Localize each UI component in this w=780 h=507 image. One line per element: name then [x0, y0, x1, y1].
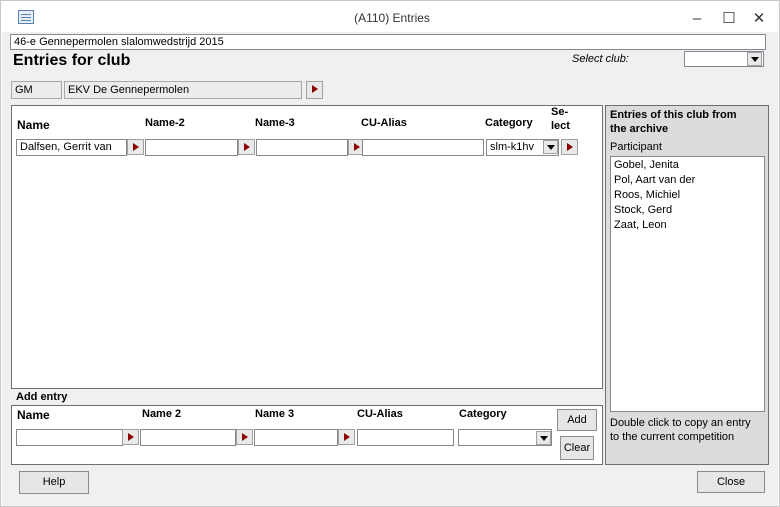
chevron-down-icon[interactable] — [747, 52, 762, 66]
competition-name-field[interactable]: 46-e Gennepermolen slalomwedstrijd 2015 — [10, 34, 766, 50]
list-item[interactable]: Roos, Michiel — [614, 188, 761, 203]
page-title: Entries for club — [13, 52, 131, 69]
maximize-button[interactable]: ☐ — [714, 8, 744, 30]
entries-window: (A110) Entries – ☐ ✕ 46-e Gennepermolen … — [0, 0, 780, 507]
add-name-field[interactable] — [16, 429, 123, 446]
column-header-select-line1: Se- — [551, 106, 569, 118]
table-row: Dalfsen, Gerrit van slm-k1hv — [16, 139, 596, 157]
add-entry-panel: Name Name 2 Name 3 CU-Alias Category Add… — [11, 405, 603, 465]
add-name2-field[interactable] — [140, 429, 236, 446]
add-column-header-category: Category — [459, 408, 507, 420]
column-header-cu-alias: CU-Alias — [361, 117, 407, 129]
minimize-button[interactable]: – — [682, 8, 712, 30]
row-cu-alias-field[interactable] — [362, 139, 484, 156]
archive-hint-line2: to the current competition — [610, 431, 735, 443]
row-name2-field[interactable] — [145, 139, 238, 156]
club-name-field[interactable]: EKV De Gennepermolen — [64, 81, 302, 99]
entries-panel: Name Name-2 Name-3 CU-Alias Category Se-… — [11, 105, 603, 389]
row-name-button[interactable] — [127, 139, 144, 155]
clear-button[interactable]: Clear — [560, 436, 594, 460]
column-header-category: Category — [485, 117, 533, 129]
participant-list[interactable]: Gobel, Jenita Pol, Aart van der Roos, Mi… — [610, 156, 765, 412]
column-header-name2: Name-2 — [145, 117, 185, 129]
add-column-header-name: Name — [17, 408, 50, 422]
list-item[interactable]: Zaat, Leon — [614, 218, 761, 233]
title-bar[interactable]: (A110) Entries – ☐ ✕ — [2, 2, 778, 32]
archive-title-line2: the archive — [610, 123, 669, 135]
add-name2-button[interactable] — [236, 429, 253, 445]
list-item[interactable]: Stock, Gerd — [614, 203, 761, 218]
add-button[interactable]: Add — [557, 409, 597, 431]
chevron-down-icon[interactable] — [536, 431, 551, 445]
row-select-button[interactable] — [561, 139, 578, 155]
add-column-header-cu-alias: CU-Alias — [357, 408, 403, 420]
list-item[interactable]: Gobel, Jenita — [614, 158, 761, 173]
archive-panel: Entries of this club from the archive Pa… — [605, 105, 769, 465]
club-select-button[interactable] — [306, 81, 323, 99]
chevron-down-icon[interactable] — [543, 140, 558, 154]
row-name3-field[interactable] — [256, 139, 348, 156]
help-button[interactable]: Help — [19, 471, 89, 494]
close-window-button[interactable]: ✕ — [744, 8, 774, 30]
archive-title-line1: Entries of this club from — [610, 109, 737, 121]
window-title: (A110) Entries — [354, 11, 430, 25]
add-cu-alias-field[interactable] — [357, 429, 454, 446]
club-code-field[interactable]: GM — [11, 81, 62, 99]
row-name-field[interactable]: Dalfsen, Gerrit van — [16, 139, 127, 156]
add-name3-button[interactable] — [338, 429, 355, 445]
participant-label: Participant — [610, 141, 662, 153]
add-name-button[interactable] — [122, 429, 139, 445]
row-name2-button[interactable] — [238, 139, 255, 155]
select-club-label: Select club: — [572, 53, 629, 65]
column-header-name3: Name-3 — [255, 117, 295, 129]
add-name3-field[interactable] — [254, 429, 338, 446]
column-header-select-line2: lect — [551, 120, 570, 132]
close-button[interactable]: Close — [697, 471, 765, 493]
form-client-area: 46-e Gennepermolen slalomwedstrijd 2015 … — [2, 32, 778, 506]
column-header-name: Name — [17, 118, 50, 132]
list-item[interactable]: Pol, Aart van der — [614, 173, 761, 188]
add-column-header-name3: Name 3 — [255, 408, 295, 420]
archive-hint-line1: Double click to copy an entry — [610, 417, 751, 429]
add-column-header-name2: Name 2 — [142, 408, 182, 420]
row-category-value: slm-k1hv — [490, 141, 535, 153]
add-entry-title: Add entry — [16, 391, 68, 403]
